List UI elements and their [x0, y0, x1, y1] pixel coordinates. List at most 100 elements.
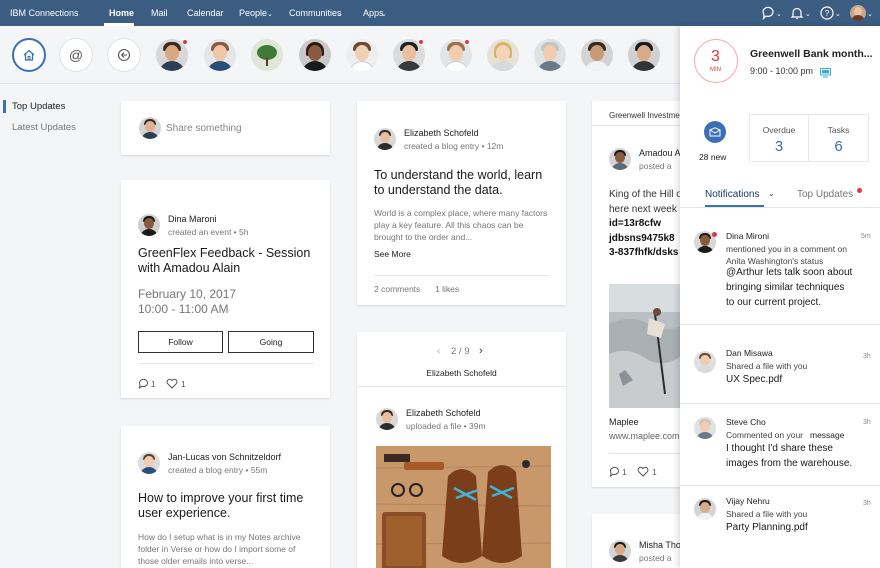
author-name[interactable]: Elizabeth Schofeld: [406, 408, 481, 418]
like-count: 1: [181, 379, 186, 389]
author-name[interactable]: Dina Maroni: [168, 214, 217, 224]
unread-dot: [712, 232, 717, 237]
share-card[interactable]: Share something: [121, 101, 330, 155]
meeting-countdown[interactable]: 3 MIN: [694, 39, 738, 83]
inbox-icon[interactable]: [704, 121, 726, 143]
blog-excerpt: World is a complex place, where many fac…: [374, 208, 548, 242]
post-text: King of the Hill o: [609, 189, 682, 200]
shoes-image[interactable]: [376, 446, 551, 568]
tab-top-updates[interactable]: Top Updates: [797, 189, 853, 200]
link-preview-image[interactable]: [609, 284, 684, 408]
nav-mail[interactable]: Mail: [151, 8, 168, 18]
user-avatar[interactable]: [850, 5, 866, 21]
blog-card: Jan-Lucas von Schnitzeldorf created a bl…: [121, 426, 330, 568]
notification-text: mentioned you in a comment on: [726, 244, 847, 254]
left-nav-latest-updates[interactable]: Latest Updates: [12, 122, 76, 133]
bell-icon[interactable]: [789, 5, 805, 21]
post-text: here next week: [609, 204, 677, 215]
nav-home[interactable]: Home: [109, 8, 134, 18]
at-icon: @: [68, 47, 84, 63]
avatar: [609, 540, 631, 562]
comment-icon[interactable]: [138, 378, 149, 391]
avatar[interactable]: [534, 39, 566, 71]
chat-icon[interactable]: [760, 5, 776, 21]
overdue-tile[interactable]: Overdue 3: [749, 114, 809, 162]
avatar[interactable]: [346, 39, 378, 71]
author-name[interactable]: Elizabeth Schofeld: [404, 128, 479, 138]
avatar[interactable]: [299, 39, 331, 71]
author-name[interactable]: Jan-Lucas von Schnitzeldorf: [168, 452, 281, 462]
tasks-value: 6: [834, 138, 843, 155]
help-icon[interactable]: ?: [819, 5, 835, 21]
nav-communities[interactable]: Communities: [289, 8, 342, 18]
avatar[interactable]: [628, 39, 660, 71]
follow-up-filter-button[interactable]: [107, 38, 141, 72]
blog-title[interactable]: To understand the world, learn to unders…: [374, 168, 554, 198]
avatar: [609, 148, 631, 170]
community-name[interactable]: Greenwell Investme: [609, 111, 680, 120]
avatar[interactable]: [204, 39, 236, 71]
brand-logo[interactable]: IBM Connections: [10, 8, 79, 18]
meeting-title[interactable]: Greenwell Bank month...: [750, 48, 873, 60]
nav-calendar[interactable]: Calendar: [187, 8, 224, 18]
post-link-text[interactable]: jdbsns9475k8: [609, 233, 675, 244]
file-card: ‹ 2 / 9 › Elizabeth Schofeld Elizabeth S…: [357, 332, 566, 568]
post-meta: created a blog entry • 12m: [404, 141, 504, 151]
chevron-left-icon[interactable]: ‹: [437, 346, 440, 357]
follow-button[interactable]: Follow: [138, 331, 223, 353]
mentions-filter-button[interactable]: @: [59, 38, 93, 72]
like-count[interactable]: 1 likes: [435, 284, 459, 294]
chevron-down-icon: ⌄: [768, 189, 775, 198]
unread-dot: [857, 188, 862, 193]
chevron-right-icon[interactable]: ›: [479, 345, 483, 357]
avatar[interactable]: [487, 39, 519, 71]
divider: [138, 363, 314, 364]
blog-title[interactable]: How to improve your first time user expe…: [138, 491, 318, 521]
divider: [609, 453, 684, 454]
notification-link[interactable]: message: [810, 429, 845, 441]
heart-icon[interactable]: [637, 466, 649, 479]
top-nav-bar: IBM Connections Home Mail Calendar Peopl…: [0, 0, 880, 26]
divider: [680, 485, 880, 486]
notification-content: bringing similar techniques: [726, 282, 845, 293]
going-button[interactable]: Going: [228, 331, 314, 353]
avatar[interactable]: [251, 39, 283, 71]
home-filter-button[interactable]: [12, 38, 46, 72]
post-card: Greenwell Investme Amadou A posted a Kin…: [592, 101, 684, 487]
tasks-tile[interactable]: Tasks 6: [809, 114, 869, 162]
link-url[interactable]: www.maplee.com: [609, 431, 680, 441]
post-meta: posted a: [639, 161, 672, 171]
gallery-heading[interactable]: Elizabeth Schofeld: [357, 368, 566, 378]
meeting-time: 9:00 - 10:00 pm: [750, 66, 814, 76]
overdue-label: Overdue: [762, 125, 796, 135]
heart-icon[interactable]: [166, 378, 178, 391]
comment-count[interactable]: 2 comments: [374, 284, 420, 294]
unread-dot: [182, 39, 188, 45]
tab-notifications[interactable]: Notifications: [705, 189, 759, 200]
post-link-text[interactable]: 3-837fhfk/dsks: [609, 247, 678, 258]
comment-icon[interactable]: [609, 466, 620, 479]
avatar: [694, 351, 716, 373]
event-title[interactable]: GreenFlex Feedback - Session with Amadou…: [138, 246, 318, 276]
avatar[interactable]: [581, 39, 613, 71]
author-name[interactable]: Amadou A: [639, 148, 681, 158]
event-card: Dina Maroni created an event • 5h GreenF…: [121, 180, 330, 398]
notification-time: 3h: [863, 419, 871, 426]
chevron-down-icon: ⌄: [867, 11, 873, 18]
notification-content: to our current project.: [726, 297, 822, 308]
screen-icon[interactable]: [820, 65, 831, 83]
post-link-text[interactable]: id=13r8cfw: [609, 218, 661, 229]
author-name[interactable]: Misha Tho: [639, 540, 681, 550]
divider: [357, 386, 566, 387]
comment-count: 1: [622, 467, 627, 477]
like-count: 1: [652, 467, 657, 477]
link-title[interactable]: Maplee: [609, 417, 639, 427]
new-count: 28 new: [699, 152, 727, 162]
avatar: [694, 417, 716, 439]
see-more-link[interactable]: See More: [374, 249, 411, 259]
left-nav-top-updates[interactable]: Top Updates: [12, 101, 65, 112]
nav-people[interactable]: People: [239, 8, 267, 18]
share-input[interactable]: Share something: [166, 123, 242, 134]
post-meta: created a blog entry • 55m: [168, 465, 268, 475]
post-meta: posted a: [639, 553, 672, 563]
